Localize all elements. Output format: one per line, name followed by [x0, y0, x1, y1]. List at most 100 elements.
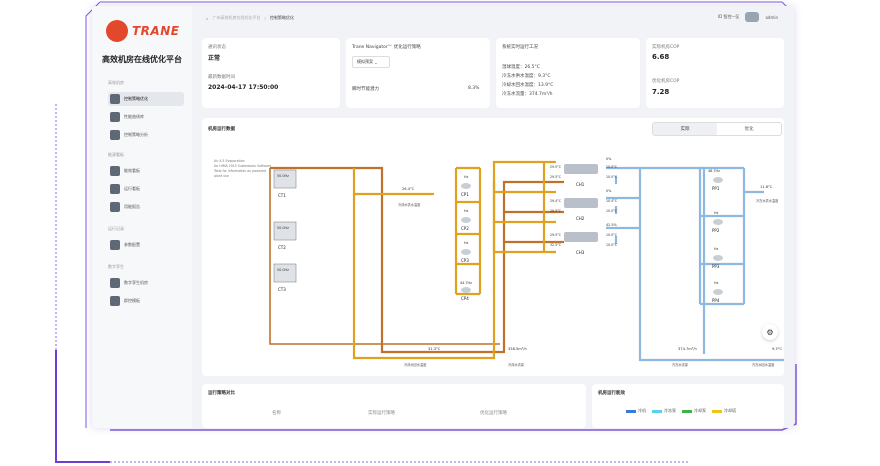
- dashboard-icon: [110, 184, 120, 194]
- svg-text:50.0Hz: 50.0Hz: [277, 268, 289, 272]
- svg-text:CT1: CT1: [278, 193, 286, 198]
- prim-pump-pp4[interactable]: Hz PP4: [712, 281, 723, 303]
- condition-row: 冷冻水流量：374.7m³/h: [502, 92, 553, 97]
- svg-text:CT2: CT2: [278, 245, 286, 250]
- chiller-ch2[interactable]: 0% 29.4°C 29.5°C 10.4°C 10.0°C CH2: [550, 189, 618, 221]
- cop-card: 实际机房COP 6.68 优化机房COP 7.28: [646, 38, 784, 108]
- condition-row: 冷却水回水温度：13.9°C: [502, 83, 554, 88]
- legend-item[interactable]: 冷却塔: [712, 408, 736, 414]
- svg-text:PP4: PP4: [712, 298, 720, 303]
- svg-text:29.5°C: 29.5°C: [550, 233, 562, 237]
- actual-cop-value: 6.68: [652, 53, 670, 61]
- update-time-label: 最新数据时间: [208, 75, 235, 80]
- conditions-card: 系统实时运行工况 湿球温度：26.5°C 冷冻水供水温度：9.3°C 冷却水回水…: [496, 38, 640, 108]
- sidebar-item-digital-twin[interactable]: 数字孪生机房: [108, 276, 184, 290]
- svg-text:CH3: CH3: [576, 250, 585, 255]
- col-header: 优化运行策略: [480, 411, 507, 416]
- svg-text:9.3°C: 9.3°C: [772, 347, 783, 351]
- svg-text:0%: 0%: [606, 189, 612, 193]
- svg-text:Hz: Hz: [714, 281, 719, 285]
- sidebar-item-curve-lib[interactable]: 性能曲线库: [108, 110, 184, 124]
- app-window: TRANE 高效机房在线优化平台 高效机房 控制策略优化 性能曲线库 控制策略分…: [92, 6, 794, 428]
- svg-text:冷却水回水温度: 冷却水回水温度: [404, 362, 427, 367]
- strategy-card: Trane Navigator™ 优化运行策略 模拟预案 ⌄ 瞬时节能潜力 8.…: [346, 38, 490, 108]
- prim-pump-pp2[interactable]: Hz PP2: [712, 211, 723, 233]
- svg-text:26.4°C: 26.4°C: [402, 187, 415, 191]
- svg-text:for HIMA 2015 Submission Softw: for HIMA 2015 Submission Software: [214, 164, 271, 168]
- trane-logo: TRANE: [106, 20, 179, 42]
- chw-supply-temp: 11.8°C 冷冻水供水温度: [756, 185, 779, 203]
- sidebar-item-efficiency[interactable]: 能效看板: [108, 164, 184, 178]
- prim-pump-pp1[interactable]: 48.7Hz PP1: [708, 169, 723, 191]
- cond-flow: 338.5m³/h 冷却水流量: [508, 347, 527, 367]
- cond-pump-cp4[interactable]: 44.7Hz CP4: [460, 281, 472, 301]
- comm-status-label: 通讯状态: [208, 45, 226, 50]
- svg-text:374.7m³/h: 374.7m³/h: [678, 347, 697, 351]
- tab-actual[interactable]: 实际: [653, 123, 717, 135]
- svg-text:冷冻水流量: 冷冻水流量: [672, 362, 689, 367]
- user-label[interactable]: ID 智控一区: [718, 14, 740, 20]
- svg-text:10.0°C: 10.0°C: [606, 243, 618, 247]
- cooling-tower-ct3[interactable]: 50.0Hz CT3: [273, 263, 297, 292]
- condition-row: 冷冻水供水温度：9.3°C: [502, 74, 551, 79]
- nav-group-label: 能源看板: [108, 152, 124, 157]
- breadcrumb-item[interactable]: 广州高效机房在线优化平台: [213, 15, 261, 21]
- trane-logo-text: TRANE: [132, 24, 180, 38]
- cooling-tower-ct2[interactable]: 50.0Hz CT2: [273, 221, 297, 250]
- sidebar-item-strategy-opt[interactable]: 控制策略优化: [108, 92, 184, 106]
- svg-text:44.7Hz: 44.7Hz: [460, 281, 472, 285]
- svg-text:29.5°C: 29.5°C: [550, 209, 562, 213]
- tab-optimized[interactable]: 优化: [717, 123, 781, 135]
- legend-item[interactable]: 冷机: [626, 408, 646, 414]
- avatar[interactable]: [745, 12, 760, 22]
- svg-text:29.4°C: 29.4°C: [550, 199, 562, 203]
- svg-text:CP4: CP4: [461, 296, 469, 301]
- tower-outlet-temp: 26.4°C 冷却水供水温度: [398, 187, 421, 207]
- svg-text:Hz: Hz: [714, 247, 719, 251]
- cond-pump-cp2[interactable]: Hz CP2: [461, 209, 471, 231]
- update-time-value: 2024-04-17 17:50:00: [208, 84, 279, 91]
- user-area[interactable]: ID 智控一区 admin: [718, 12, 778, 22]
- cooling-tower-ct1[interactable]: 50.0Hz CT1: [273, 169, 297, 198]
- cond-pump-cp3[interactable]: Hz CP3: [461, 241, 471, 263]
- gauge-icon: [110, 166, 120, 176]
- chw-flow: 374.7m³/h 冷冻水流量: [672, 347, 697, 367]
- legend-item[interactable]: 冷冻泵: [652, 408, 676, 414]
- gear-icon[interactable]: ⚙: [762, 324, 778, 340]
- svg-text:31.3°C: 31.3°C: [428, 347, 441, 351]
- col-header: 名称: [272, 411, 281, 416]
- legend-item[interactable]: 冷却泵: [682, 408, 706, 414]
- svg-text:0%: 0%: [606, 157, 612, 161]
- sidebar-item-energy-report[interactable]: 用能报告: [108, 200, 184, 214]
- strategy-compare-card: 运行策略对比 名称 实际运行策略 优化运行策略: [202, 384, 586, 428]
- plant-diagram: Air 4.5 Evaporation for HIMA 2015 Submis…: [213, 157, 784, 367]
- svg-text:48.7Hz: 48.7Hz: [708, 169, 720, 173]
- svg-text:PP3: PP3: [712, 264, 720, 269]
- prim-pump-pp3[interactable]: Hz PP3: [712, 247, 723, 269]
- sidebar-item-operation[interactable]: 运行看板: [108, 182, 184, 196]
- saving-value: 8.3%: [468, 86, 480, 91]
- cond-pump-cp1[interactable]: Hz CP1: [461, 175, 471, 197]
- svg-text:冷却水供水温度: 冷却水供水温度: [398, 202, 421, 207]
- saving-label: 瞬时节能潜力: [352, 87, 379, 92]
- strategy-compare-title: 运行策略对比: [208, 391, 235, 396]
- svg-text:冷却水流量: 冷却水流量: [508, 362, 525, 367]
- strategy-select[interactable]: 模拟预案 ⌄: [352, 56, 390, 68]
- sidebar-item-params[interactable]: 参数配置: [108, 238, 184, 252]
- svg-text:冷冻水回水温度: 冷冻水回水温度: [752, 362, 775, 367]
- svg-text:Hz: Hz: [464, 209, 469, 213]
- efficiency-legend: 冷机 冷冻泵 冷却泵 冷却塔: [626, 408, 736, 414]
- actual-cop-label: 实际机房COP: [652, 45, 680, 50]
- svg-text:PP1: PP1: [712, 186, 720, 191]
- template-icon: [110, 296, 120, 306]
- status-card: 通讯状态 正常 最新数据时间 2024-04-17 17:50:00: [202, 38, 340, 108]
- home-icon[interactable]: ⌂: [206, 16, 209, 21]
- avatar-label[interactable]: admin: [765, 15, 778, 20]
- conditions-title: 系统实时运行工况: [502, 45, 538, 50]
- efficiency-card: 机房运行能效 冷机 冷冻泵 冷却泵 冷却塔: [592, 384, 784, 428]
- breadcrumb: ⌂ 广州高效机房在线优化平台 / 控制策略优化: [206, 15, 294, 21]
- strategy-title: Trane Navigator™ 优化运行策略: [352, 45, 421, 50]
- sidebar-item-templates[interactable]: 群控模板: [108, 294, 184, 308]
- sidebar-item-strategy-analysis[interactable]: 控制策略分析: [108, 128, 184, 142]
- svg-text:10.0°C: 10.0°C: [606, 165, 618, 169]
